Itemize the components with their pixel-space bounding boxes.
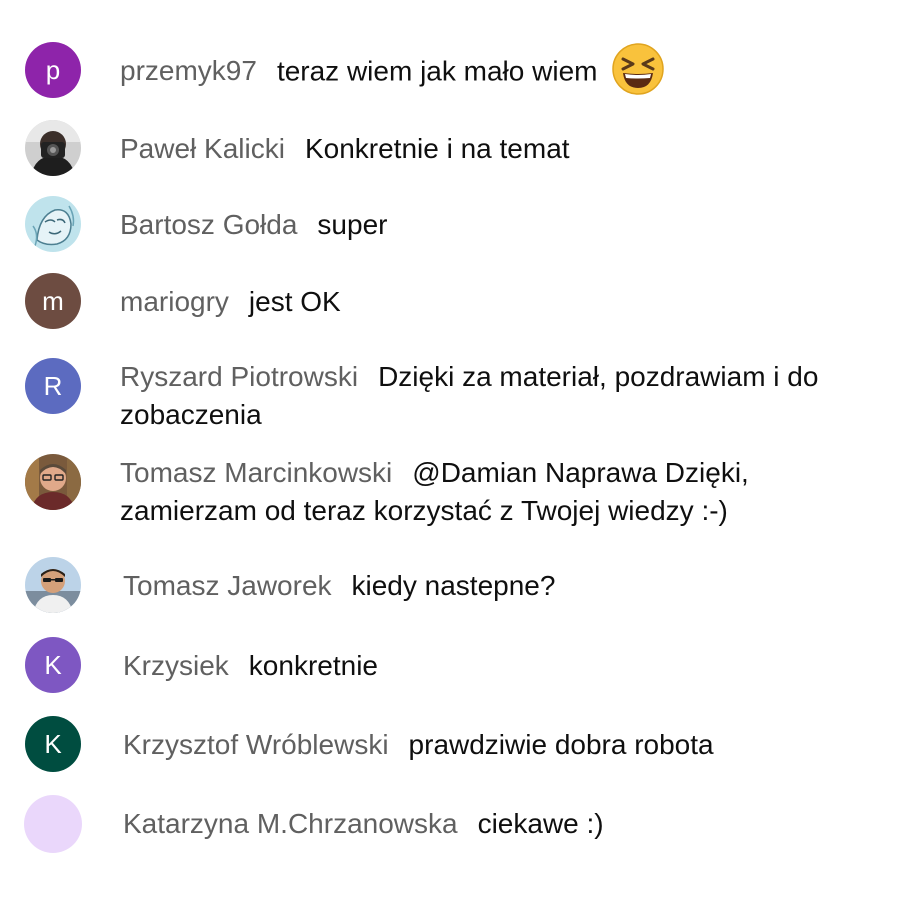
sketch-portrait-photo-icon xyxy=(25,196,81,252)
chat-message-list: p przemyk97 teraz wiem jak mało wiem Paw… xyxy=(0,0,900,900)
message-content: mariogry jest OK xyxy=(120,283,840,321)
avatar-letter: m xyxy=(42,285,64,316)
message-text: kiedy nastepne? xyxy=(351,570,556,601)
avatar[interactable]: K xyxy=(25,716,81,772)
author-name[interactable]: Krzysiek xyxy=(123,650,229,681)
author-name[interactable]: Tomasz Marcinkowski xyxy=(120,457,392,488)
camera-person-photo-icon xyxy=(25,120,81,176)
avatar[interactable]: p xyxy=(25,42,81,98)
avatar[interactable] xyxy=(24,795,82,853)
avatar[interactable] xyxy=(25,120,81,176)
avatar[interactable] xyxy=(25,557,81,613)
message-text: ciekawe :) xyxy=(477,808,604,839)
man-glasses-photo-icon xyxy=(25,454,81,510)
author-name[interactable]: Bartosz Gołda xyxy=(120,209,297,240)
author-name[interactable]: Paweł Kalicki xyxy=(120,133,285,164)
author-name[interactable]: Ryszard Piotrowski xyxy=(120,361,358,392)
avatar-letter: p xyxy=(45,54,61,85)
message-text: konkretnie xyxy=(248,650,378,681)
message-text: Konkretnie i na temat xyxy=(304,133,570,164)
message-content: Ryszard Piotrowski Dzięki za materiał, po… xyxy=(120,358,840,434)
avatar-letter: K xyxy=(44,728,62,759)
message-content: Paweł Kalicki Konkretnie i na temat xyxy=(120,130,840,168)
avatar[interactable]: R xyxy=(25,358,81,414)
man-sunglasses-photo-icon xyxy=(25,557,81,613)
author-name[interactable]: mariogry xyxy=(120,286,229,317)
message-content: Katarzyna M.Chrzanowska ciekawe :) xyxy=(123,805,843,843)
author-name[interactable]: Krzysztof Wróblewski xyxy=(123,729,389,760)
avatar[interactable]: K xyxy=(25,637,81,693)
message-content: przemyk97 teraz wiem jak mało wiem xyxy=(120,43,840,96)
message-content: Krzysztof Wróblewski prawdziwie dobra rob… xyxy=(123,726,843,764)
message-content: Krzysiek konkretnie xyxy=(123,647,843,685)
author-name[interactable]: Katarzyna M.Chrzanowska xyxy=(123,808,458,839)
author-name[interactable]: przemyk97 xyxy=(120,55,257,86)
avatar-letter: K xyxy=(44,649,62,680)
message-text: teraz wiem jak mało wiem xyxy=(276,55,598,87)
avatar[interactable] xyxy=(25,454,81,510)
message-text: prawdziwie dobra robota xyxy=(408,729,714,760)
grinning-squinting-face-icon xyxy=(612,43,665,95)
avatar[interactable] xyxy=(25,196,81,252)
message-content: Tomasz Jaworek kiedy nastepne? xyxy=(123,567,843,605)
author-name[interactable]: Tomasz Jaworek xyxy=(123,570,332,601)
message-content: Tomasz Marcinkowski @Damian Naprawa Dzięk… xyxy=(120,454,840,530)
avatar-letter: R xyxy=(43,370,63,401)
avatar[interactable]: m xyxy=(25,273,81,329)
message-text: jest OK xyxy=(248,286,341,317)
message-text: super xyxy=(317,209,388,240)
message-content: Bartosz Gołda super xyxy=(120,206,840,244)
